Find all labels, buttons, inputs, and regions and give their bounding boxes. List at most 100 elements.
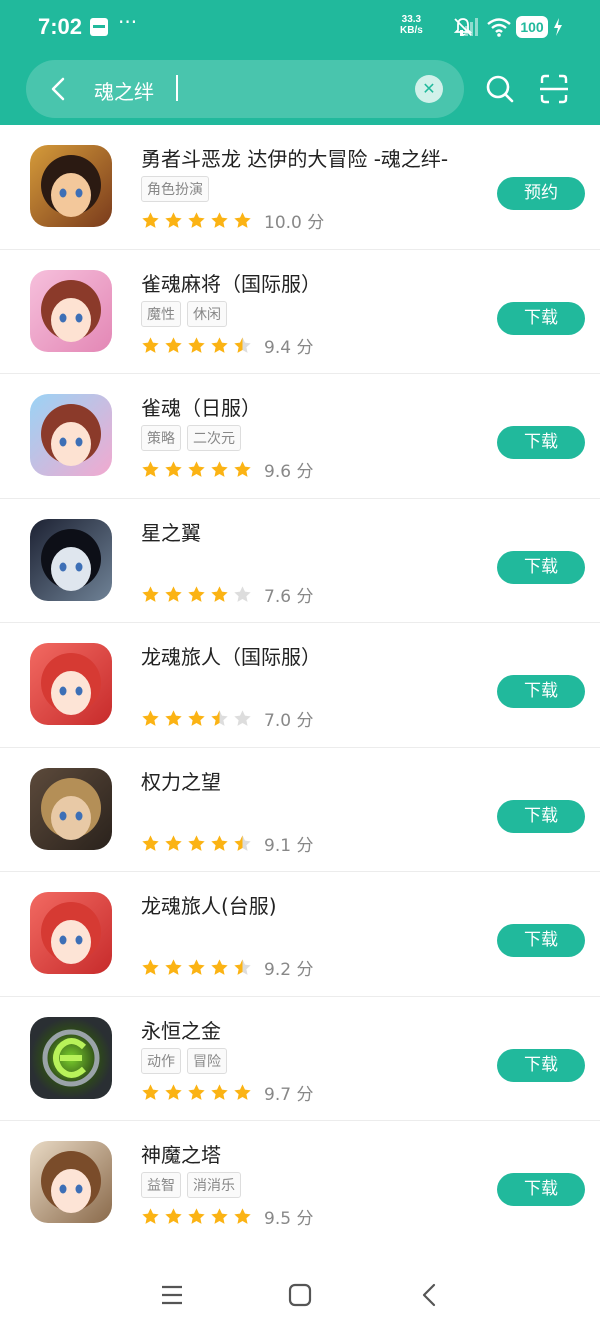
download-button[interactable]: 下载 — [497, 675, 585, 708]
star-shape — [142, 212, 159, 228]
app-list-item[interactable]: 雀魂（日服） 策略 二次元 9.6 分 下载 — [0, 374, 600, 499]
icon-eye — [75, 188, 83, 198]
star-wings-icon[interactable] — [30, 518, 112, 601]
app-name[interactable]: 神魔之塔 — [141, 1139, 221, 1168]
download-button[interactable]: 下载 — [497, 301, 585, 335]
app-name[interactable]: 永恒之金 — [141, 1015, 221, 1044]
star-icon — [234, 461, 251, 477]
dragon-soul-traveler-global-icon[interactable] — [30, 643, 112, 725]
star-shape — [165, 1083, 182, 1100]
star-icon — [188, 834, 205, 851]
home-icon[interactable] — [288, 1283, 312, 1307]
eternal-gold-icon[interactable] — [30, 1016, 112, 1099]
download-button[interactable]: 下载 — [497, 550, 585, 584]
search-results-list: 勇者斗恶龙 达伊的大冒险 -魂之绊- 角色扮演 10.0 分 预约雀魂麻将（国际服） 魔… — [0, 125, 600, 1246]
app-tags: 益智 消消乐 — [141, 1172, 241, 1198]
icon-face — [51, 173, 91, 217]
app-name[interactable]: 雀魂麻将（国际服） — [141, 268, 321, 297]
star-icon — [234, 1083, 251, 1100]
app-list-item[interactable]: 龙魂旅人（国际服） 7.0 分 下载 — [0, 623, 600, 748]
star-icon — [211, 834, 228, 851]
star-icon — [211, 959, 228, 975]
icon-face — [51, 1169, 91, 1213]
download-button[interactable]: 下载 — [497, 1048, 585, 1082]
icon-face — [51, 920, 91, 964]
app-tag: 动作 — [141, 1047, 181, 1074]
star-shape — [211, 336, 228, 353]
star-icon — [234, 959, 251, 975]
app-name[interactable]: 勇者斗恶龙 达伊的大冒险 -魂之绊- — [141, 143, 448, 172]
search-bar[interactable]: 魂之绊 ✕ — [26, 60, 464, 118]
icon-eye — [75, 562, 83, 571]
recent-apps-icon[interactable] — [160, 1283, 184, 1307]
app-list-item[interactable]: 龙魂旅人(台服) 9.2 分 下载 — [0, 872, 600, 997]
app-list-item[interactable]: 勇者斗恶龙 达伊的大冒险 -魂之绊- 角色扮演 10.0 分 预约 — [0, 125, 600, 250]
rating-score: 9.1 分 — [264, 835, 314, 856]
tower-of-saviors-icon[interactable] — [30, 1141, 112, 1223]
app-tag: 策略 — [141, 425, 181, 451]
app-tag: 益智 — [141, 1172, 181, 1198]
star-rating: 9.1 分 — [141, 831, 313, 856]
icon-letter-e — [53, 1037, 87, 1078]
app-name[interactable]: 龙魂旅人（国际服） — [141, 641, 321, 670]
reserve-button[interactable]: 预约 — [497, 177, 585, 210]
star-shape — [211, 461, 228, 477]
text-cursor — [176, 75, 178, 101]
back-arrow-icon[interactable] — [44, 74, 74, 104]
rating-score: 9.4 分 — [264, 337, 314, 358]
star-shape — [211, 834, 228, 851]
power-hope-icon[interactable] — [30, 767, 112, 850]
mahjong-soul-global-icon[interactable] — [30, 269, 112, 352]
charging-icon — [554, 18, 562, 36]
search-input[interactable]: 魂之绊 — [94, 76, 154, 105]
dragon-quest-dai-icon[interactable] — [30, 145, 112, 227]
star-icon — [142, 959, 159, 975]
star-shape — [142, 1083, 159, 1100]
download-button[interactable]: 下载 — [497, 924, 585, 957]
nav-back-icon[interactable] — [418, 1283, 442, 1307]
star-shape — [165, 585, 182, 602]
app-list-item[interactable]: 永恒之金 动作 冒险 9.7 分 下载 — [0, 997, 600, 1121]
star-icon — [234, 585, 251, 602]
star-shape — [234, 834, 251, 851]
icon-eye — [59, 437, 67, 447]
star-shape — [188, 461, 205, 477]
search-icon[interactable] — [484, 72, 516, 106]
status-bar: 7:02 ··· 33.3 KB/s 100 — [0, 0, 600, 56]
star-shape — [211, 1083, 228, 1100]
app-name[interactable]: 星之翼 — [141, 517, 201, 546]
star-icon — [211, 461, 228, 477]
star-shape — [142, 834, 159, 851]
download-button[interactable]: 下载 — [497, 799, 585, 833]
mahjong-soul-jp-icon[interactable] — [30, 394, 112, 476]
app-icon-artwork — [41, 902, 101, 964]
star-rating: 9.6 分 — [141, 457, 313, 482]
download-button[interactable]: 下载 — [497, 426, 585, 459]
star-shape — [188, 1208, 205, 1224]
star-icon — [142, 212, 159, 228]
app-name[interactable]: 权力之望 — [141, 766, 221, 795]
app-name[interactable]: 龙魂旅人(台服) — [141, 890, 277, 919]
app-list-item[interactable]: 雀魂麻将（国际服） 魔性 休闲 9.4 分 下载 — [0, 250, 600, 374]
app-name[interactable]: 雀魂（日服） — [141, 392, 261, 421]
app-list-item[interactable]: 星之翼 7.6 分 下载 — [0, 499, 600, 623]
app-list-item[interactable]: 权力之望 9.1 分 下载 — [0, 748, 600, 872]
app-tag: 二次元 — [187, 425, 241, 451]
star-shape — [188, 336, 205, 353]
clear-search-button[interactable]: ✕ — [415, 75, 443, 103]
app-tags: 策略 二次元 — [141, 425, 241, 451]
scan-icon[interactable] — [538, 72, 570, 106]
star-shape — [165, 710, 182, 726]
star-icon — [165, 710, 182, 726]
dragon-soul-traveler-tw-icon[interactable] — [30, 892, 112, 974]
calendar-notification-icon — [90, 18, 108, 36]
star-icon — [142, 585, 159, 602]
app-list-item[interactable]: 神魔之塔 益智 消消乐 9.5 分 下载 — [0, 1121, 600, 1246]
icon-eye — [59, 1184, 67, 1194]
star-icon — [165, 1083, 182, 1100]
app-tags: 魔性 休闲 — [141, 300, 227, 327]
icon-eye — [75, 1184, 83, 1194]
app-icon-artwork — [41, 155, 101, 217]
download-button[interactable]: 下载 — [497, 1173, 585, 1206]
icon-eye — [75, 437, 83, 447]
